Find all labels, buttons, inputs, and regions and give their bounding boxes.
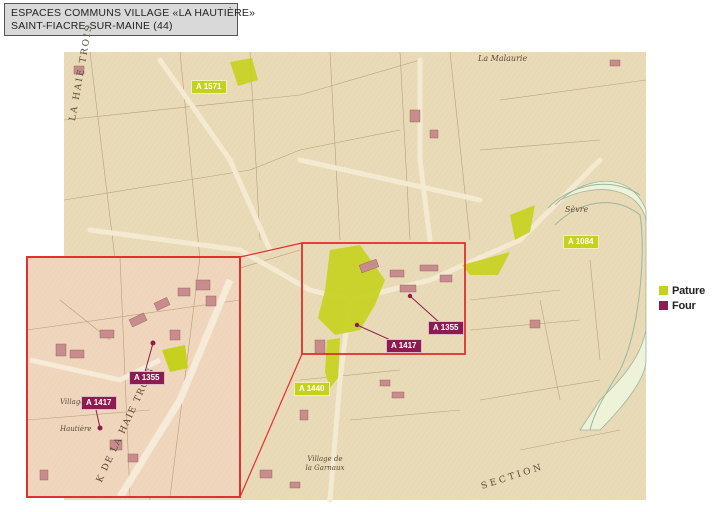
cadastral-map [26, 51, 647, 503]
legend-swatch-pature [659, 286, 668, 295]
legend-swatch-four [659, 301, 668, 310]
parcel-tag-a1571: A 1571 [191, 80, 227, 94]
parcel-tag-a1440: A 1440 [294, 382, 330, 396]
parcel-tag-a1084: A 1084 [563, 235, 599, 249]
label-la-malaurie: La Malaurie [478, 54, 528, 63]
legend-item-pature: Pature [659, 283, 705, 298]
inset-parcel-tag-a1355: A 1355 [129, 371, 165, 385]
legend-item-four: Four [659, 298, 705, 313]
legend-label-four: Four [672, 299, 696, 312]
inset-parcel-tag-a1417: A 1417 [81, 396, 117, 410]
legend-label-pature: Pature [672, 284, 706, 297]
parcel-tag-a1417: A 1417 [386, 339, 422, 353]
label-hautiere: Hautière [60, 425, 92, 433]
label-sevre: Sèvre [565, 205, 589, 214]
label-village-garnaux: Village de la Garnaux [305, 455, 345, 472]
parcel-tag-a1355: A 1355 [428, 321, 464, 335]
legend: Pature Four [659, 283, 705, 313]
